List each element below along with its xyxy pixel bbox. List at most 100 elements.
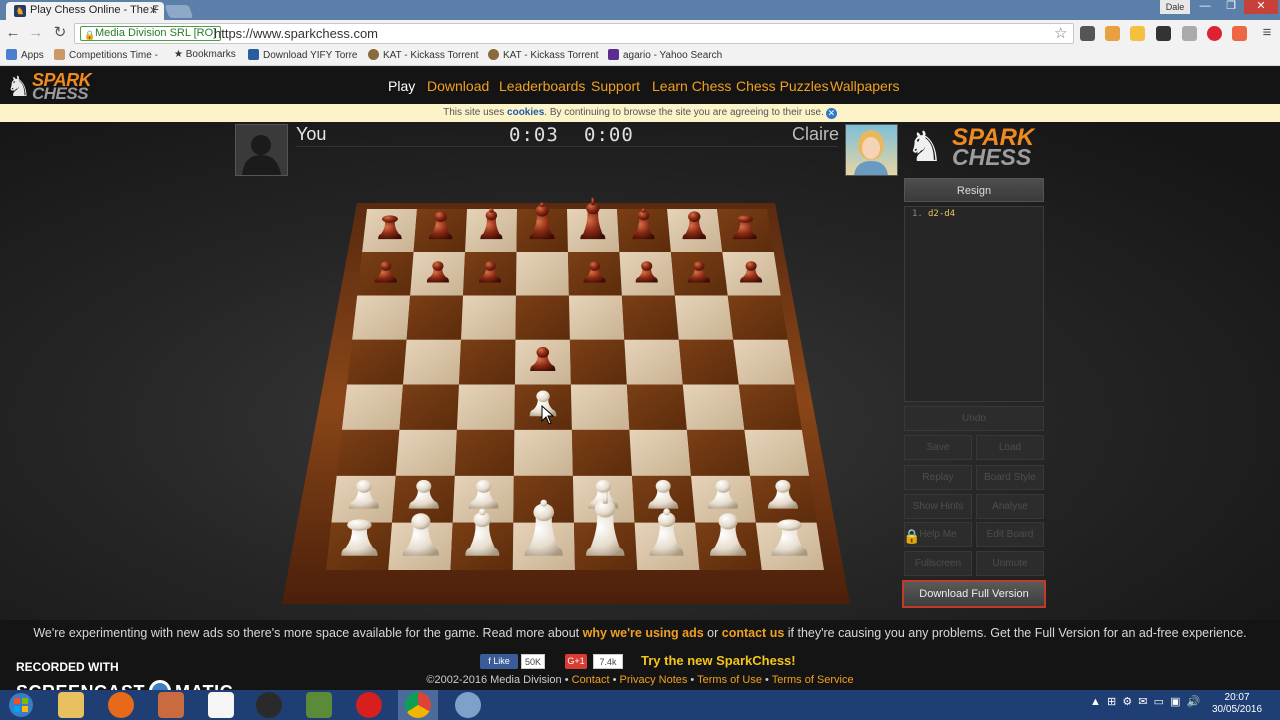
- opera-icon[interactable]: [356, 692, 382, 718]
- extension-gear-icon[interactable]: [1182, 26, 1197, 41]
- windows-start-icon[interactable]: [0, 690, 42, 720]
- undo-button[interactable]: Undo: [904, 406, 1044, 431]
- extension-lock-icon[interactable]: [1232, 26, 1247, 41]
- board-square[interactable]: [515, 295, 570, 340]
- tab-close-icon[interactable]: ✕: [149, 4, 158, 17]
- board-square[interactable]: [686, 429, 751, 476]
- why-ads-link[interactable]: why we're using ads: [583, 626, 704, 640]
- board-square[interactable]: [406, 295, 464, 340]
- board-square[interactable]: [569, 339, 627, 385]
- bookmark-apps[interactable]: Apps: [6, 49, 44, 61]
- google-plus-button[interactable]: G+1: [565, 654, 587, 669]
- fullscreen-button[interactable]: Fullscreen: [904, 551, 972, 576]
- window-close-button[interactable]: ✕: [1244, 0, 1278, 14]
- board-square[interactable]: [456, 384, 515, 430]
- sparkchess-logo[interactable]: ♞ SPARK CHESS: [4, 70, 104, 103]
- load-button[interactable]: Load: [976, 435, 1044, 460]
- unmute-button[interactable]: Unmute: [976, 551, 1044, 576]
- board-square[interactable]: [682, 384, 745, 430]
- chrome-icon[interactable]: [405, 692, 431, 718]
- firefox-icon[interactable]: [108, 692, 134, 718]
- board-style-button[interactable]: Board Style: [976, 465, 1044, 490]
- cookies-link[interactable]: cookies: [507, 107, 544, 118]
- taskbar-clock[interactable]: 20:07 30/05/2016: [1212, 692, 1262, 716]
- board-square[interactable]: [738, 384, 802, 430]
- browser-tab[interactable]: ♞ Play Chess Online - The F ✕: [6, 2, 164, 20]
- help-me-button[interactable]: 🔒 Help Me: [903, 522, 972, 547]
- footer-contact-link[interactable]: Contact: [572, 674, 610, 686]
- replay-button[interactable]: Replay: [904, 465, 972, 490]
- board-square[interactable]: [513, 429, 573, 476]
- nav-play[interactable]: Play: [388, 78, 415, 94]
- new-tab-button[interactable]: [164, 5, 194, 18]
- chess-board[interactable]: [0, 122, 1280, 620]
- bookmark-kat-2[interactable]: KAT - Kickass Torrent: [488, 49, 599, 61]
- facebook-like-button[interactable]: f Like: [480, 654, 518, 669]
- board-square[interactable]: [347, 339, 407, 385]
- board-square[interactable]: [352, 295, 411, 340]
- minecraft-icon[interactable]: [306, 692, 332, 718]
- minimize-button[interactable]: —: [1192, 0, 1218, 14]
- board-square[interactable]: [454, 429, 515, 476]
- board-square[interactable]: [621, 295, 679, 340]
- analyse-button[interactable]: Analyse: [976, 494, 1044, 519]
- board-square[interactable]: [626, 384, 687, 430]
- board-square[interactable]: [624, 339, 683, 385]
- board-square[interactable]: [515, 251, 569, 296]
- reload-icon[interactable]: ↻: [51, 24, 69, 42]
- nav-support[interactable]: Support: [591, 78, 640, 94]
- edit-board-button[interactable]: Edit Board: [976, 522, 1044, 547]
- board-square[interactable]: [399, 384, 459, 430]
- forward-arrow-icon[interactable]: →: [27, 24, 45, 42]
- board-square[interactable]: [629, 429, 692, 476]
- footer-terms-of-service-link[interactable]: Terms of Service: [772, 674, 854, 686]
- nav-chess-puzzles[interactable]: Chess Puzzles: [736, 78, 829, 94]
- board-square[interactable]: [458, 339, 516, 385]
- nav-download[interactable]: Download: [427, 78, 489, 94]
- save-button[interactable]: Save: [904, 435, 972, 460]
- extension-opera-icon[interactable]: [1207, 26, 1222, 41]
- bookmark-yify[interactable]: Download YIFY Torre: [248, 49, 358, 61]
- menu-icon[interactable]: ≡: [1258, 24, 1276, 42]
- footer-terms-of-use-link[interactable]: Terms of Use: [697, 674, 762, 686]
- footer-privacy-link[interactable]: Privacy Notes: [620, 674, 688, 686]
- board-square[interactable]: [341, 384, 404, 430]
- profile-button[interactable]: Dale: [1160, 0, 1190, 14]
- paint-icon[interactable]: [158, 692, 184, 718]
- board-square[interactable]: [571, 429, 632, 476]
- security-indicator[interactable]: 🔒 Media Division SRL [RO]: [80, 26, 222, 41]
- board-square[interactable]: [570, 384, 630, 430]
- bookmark-competitions[interactable]: Competitions Time -: [54, 49, 158, 61]
- cast-icon[interactable]: [1080, 26, 1095, 41]
- download-full-version-button[interactable]: Download Full Version: [902, 580, 1046, 608]
- board-square[interactable]: [727, 295, 788, 340]
- contact-us-link[interactable]: contact us: [722, 626, 785, 640]
- bookmark-agario[interactable]: agario - Yahoo Search: [608, 49, 722, 61]
- board-square[interactable]: [403, 339, 462, 385]
- board-square[interactable]: [678, 339, 739, 385]
- bookmark-kat-1[interactable]: KAT - Kickass Torrent: [368, 49, 479, 61]
- show-hints-button[interactable]: Show Hints: [904, 494, 972, 519]
- app-circle-icon[interactable]: [455, 692, 481, 718]
- extension-rss-icon[interactable]: [1130, 26, 1145, 41]
- extension-puzzle-icon[interactable]: [1156, 26, 1171, 41]
- hp-icon[interactable]: [256, 692, 282, 718]
- board-square[interactable]: [395, 429, 457, 476]
- url-text[interactable]: https://www.sparkchess.com: [214, 26, 378, 41]
- bookmark-bookmarks[interactable]: ★ Bookmarks: [174, 49, 236, 60]
- try-new-sparkchess-link[interactable]: Try the new SparkChess!: [641, 653, 796, 668]
- cookie-close-icon[interactable]: ✕: [825, 108, 837, 119]
- board-square[interactable]: [674, 295, 734, 340]
- board-square[interactable]: [461, 295, 516, 340]
- extension-box-icon[interactable]: [1105, 26, 1120, 41]
- nav-learn-chess[interactable]: Learn Chess: [652, 78, 731, 94]
- maximize-button[interactable]: ❐: [1218, 0, 1244, 14]
- back-arrow-icon[interactable]: ←: [4, 24, 22, 42]
- nav-leaderboards[interactable]: Leaderboards: [499, 78, 585, 94]
- system-tray[interactable]: ▲ ⊞ ⚙ ✉ ▭ ▣ 🔊: [1090, 695, 1200, 708]
- board-square[interactable]: [568, 295, 625, 340]
- resign-button[interactable]: Resign: [904, 178, 1044, 202]
- board-square[interactable]: [336, 429, 400, 476]
- bookmark-star-icon[interactable]: ☆: [1054, 24, 1067, 42]
- checklist-icon[interactable]: [208, 692, 234, 718]
